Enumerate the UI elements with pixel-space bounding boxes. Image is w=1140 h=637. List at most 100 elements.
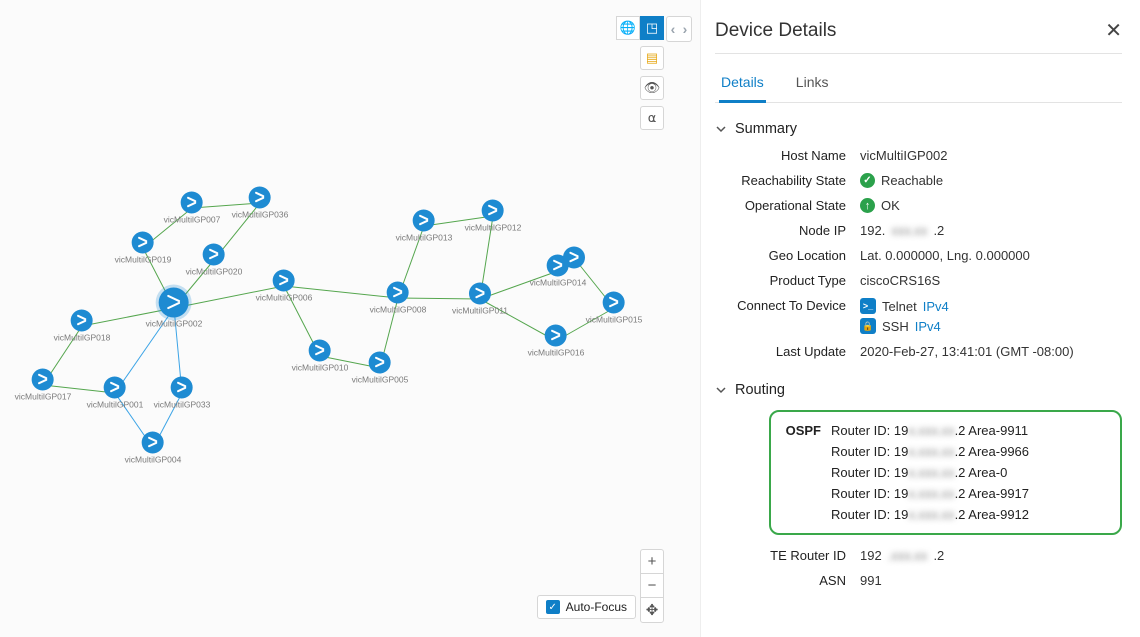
node-label: vicMultilGP018	[54, 333, 111, 343]
ospf-label	[781, 486, 831, 501]
router-icon[interactable]	[171, 377, 193, 399]
node-label: vicMultilGP008	[370, 305, 427, 315]
router-icon[interactable]	[71, 310, 93, 332]
router-icon[interactable]	[142, 432, 164, 454]
topology-node[interactable]	[563, 247, 585, 270]
ospf-label	[781, 507, 831, 522]
ospf-row: OSPFRouter ID: 19x.xxx.xx.2 Area-9911	[781, 420, 1110, 441]
topology-node[interactable]: vicMultilGP001	[87, 377, 144, 410]
topology-node[interactable]: vicMultilGP002	[146, 288, 203, 329]
node-label: vicMultilGP020	[186, 267, 243, 277]
topology-node[interactable]: vicMultilGP013	[396, 210, 453, 243]
geo-value: Lat. 0.000000, Lng. 0.000000	[860, 248, 1122, 263]
ssh-ipv4-link[interactable]: IPv4	[915, 319, 941, 334]
router-icon[interactable]	[249, 187, 271, 209]
ospf-label: OSPF	[781, 423, 831, 438]
topology-node[interactable]: vicMultilGP008	[370, 282, 427, 315]
tab-links[interactable]: Links	[794, 64, 831, 102]
node-label: vicMultilGP016	[528, 348, 585, 358]
host-name-label: Host Name	[715, 148, 860, 163]
zoom-fit-button[interactable]: ✥	[641, 598, 663, 622]
asn-label: ASN	[715, 573, 860, 588]
telnet-ipv4-link[interactable]: IPv4	[923, 299, 949, 314]
ospf-row: Router ID: 19x.xxx.xx.2 Area-9966	[781, 441, 1110, 462]
topology-node[interactable]: vicMultilGP018	[54, 310, 111, 343]
last-update-value: 2020-Feb-27, 13:41:01 (GMT -08:00)	[860, 344, 1122, 359]
last-update-label: Last Update	[715, 344, 860, 359]
router-icon[interactable]	[545, 325, 567, 347]
operational-value: ↑ OK	[860, 198, 1122, 213]
router-icon[interactable]	[469, 283, 491, 305]
node-label: vicMultilGP002	[146, 319, 203, 329]
topology-node[interactable]: vicMultilGP020	[186, 244, 243, 277]
topology-node[interactable]: vicMultilGP015	[586, 292, 643, 325]
node-label: vicMultilGP017	[15, 392, 72, 402]
autofocus-label: Auto-Focus	[566, 600, 627, 614]
topology-node[interactable]: vicMultilGP007	[164, 192, 221, 225]
tab-details[interactable]: Details	[719, 64, 766, 103]
topology-node[interactable]: vicMultilGP016	[528, 325, 585, 358]
telnet-icon[interactable]: >_	[860, 298, 876, 314]
node-label: vicMultilGP004	[125, 455, 182, 465]
connect-value: >_ Telnet IPv4 🔒 SSH IPv4	[860, 298, 1122, 334]
router-icon[interactable]	[309, 340, 331, 362]
topology-node[interactable]: vicMultilGP011	[452, 283, 508, 316]
router-icon[interactable]	[203, 244, 225, 266]
router-icon[interactable]	[387, 282, 409, 304]
_ospf-value: Router ID: 19x.xxx.xx.2 Area-9911	[831, 423, 1110, 438]
router-icon[interactable]	[482, 200, 504, 222]
panel-title: Device Details	[715, 20, 836, 42]
router-icon[interactable]	[369, 352, 391, 374]
chevron-down-icon[interactable]	[715, 384, 727, 396]
product-label: Product Type	[715, 273, 860, 288]
reachability-value: ✓ Reachable	[860, 173, 1122, 188]
node-label: vicMultilGP011	[452, 306, 508, 316]
reachability-label: Reachability State	[715, 173, 860, 188]
ospf-row: Router ID: 19x.xxx.xx.2 Area-0	[781, 462, 1110, 483]
node-label: vicMultilGP007	[164, 215, 221, 225]
close-icon[interactable]: ✕	[1105, 18, 1122, 43]
topology-node[interactable]: vicMultilGP017	[15, 369, 72, 402]
topology-canvas[interactable]: ‹› 🌐 ◳ ▤ 👁 ⍺	[0, 0, 700, 637]
router-icon[interactable]	[104, 377, 126, 399]
router-icon[interactable]	[132, 232, 154, 254]
node-label: vicMultilGP010	[292, 363, 349, 373]
topology-node[interactable]: vicMultilGP010	[292, 340, 349, 373]
chevron-down-icon[interactable]	[715, 123, 727, 135]
ospf-row: Router ID: 19x.xxx.xx.2 Area-9917	[781, 483, 1110, 504]
router-icon[interactable]	[181, 192, 203, 214]
ssh-icon[interactable]: 🔒	[860, 318, 876, 334]
ospf-label	[781, 465, 831, 480]
node-label: vicMultilGP019	[115, 255, 172, 265]
router-icon[interactable]	[273, 270, 295, 292]
topology-node[interactable]: vicMultilGP012	[465, 200, 522, 233]
te-router-value: 192.xxx.xx.2	[860, 548, 1122, 563]
summary-section: Summary Host Name vicMultiIGP002 Reachab…	[715, 121, 1122, 364]
router-icon[interactable]	[413, 210, 435, 232]
topology-node[interactable]: vicMultilGP005	[352, 352, 409, 385]
device-details-panel: Device Details ✕ Details Links Summary H…	[700, 0, 1140, 637]
check-icon: ✓	[860, 173, 875, 188]
node-label: vicMultilGP012	[465, 223, 522, 233]
tabs: Details Links	[715, 64, 1122, 103]
zoom-out-button[interactable]: −	[641, 574, 663, 598]
router-icon[interactable]	[563, 247, 585, 269]
zoom-in-button[interactable]: +	[641, 550, 663, 574]
node-label: vicMultilGP033	[154, 400, 211, 410]
router-icon[interactable]	[603, 292, 625, 314]
ospf-row: Router ID: 19x.xxx.xx.2 Area-9912	[781, 504, 1110, 525]
node-label: vicMultilGP014	[530, 278, 587, 288]
node-label: vicMultilGP001	[87, 400, 144, 410]
topology-node[interactable]: vicMultilGP036	[232, 187, 289, 220]
topology-node[interactable]: vicMultilGP019	[115, 232, 172, 265]
router-icon[interactable]	[32, 369, 54, 391]
router-icon[interactable]	[159, 288, 189, 318]
topology-node[interactable]: vicMultilGP006	[256, 270, 313, 303]
routing-section: Routing OSPFRouter ID: 19x.xxx.xx.2 Area…	[715, 382, 1122, 593]
_ospf-value: Router ID: 19x.xxx.xx.2 Area-9966	[831, 444, 1110, 459]
routing-heading: Routing	[735, 382, 785, 398]
product-value: ciscoCRS16S	[860, 273, 1122, 288]
topology-node[interactable]: vicMultilGP004	[125, 432, 182, 465]
topology-node[interactable]: vicMultilGP033	[154, 377, 211, 410]
autofocus-toggle[interactable]: ✓ Auto-Focus	[537, 595, 636, 619]
